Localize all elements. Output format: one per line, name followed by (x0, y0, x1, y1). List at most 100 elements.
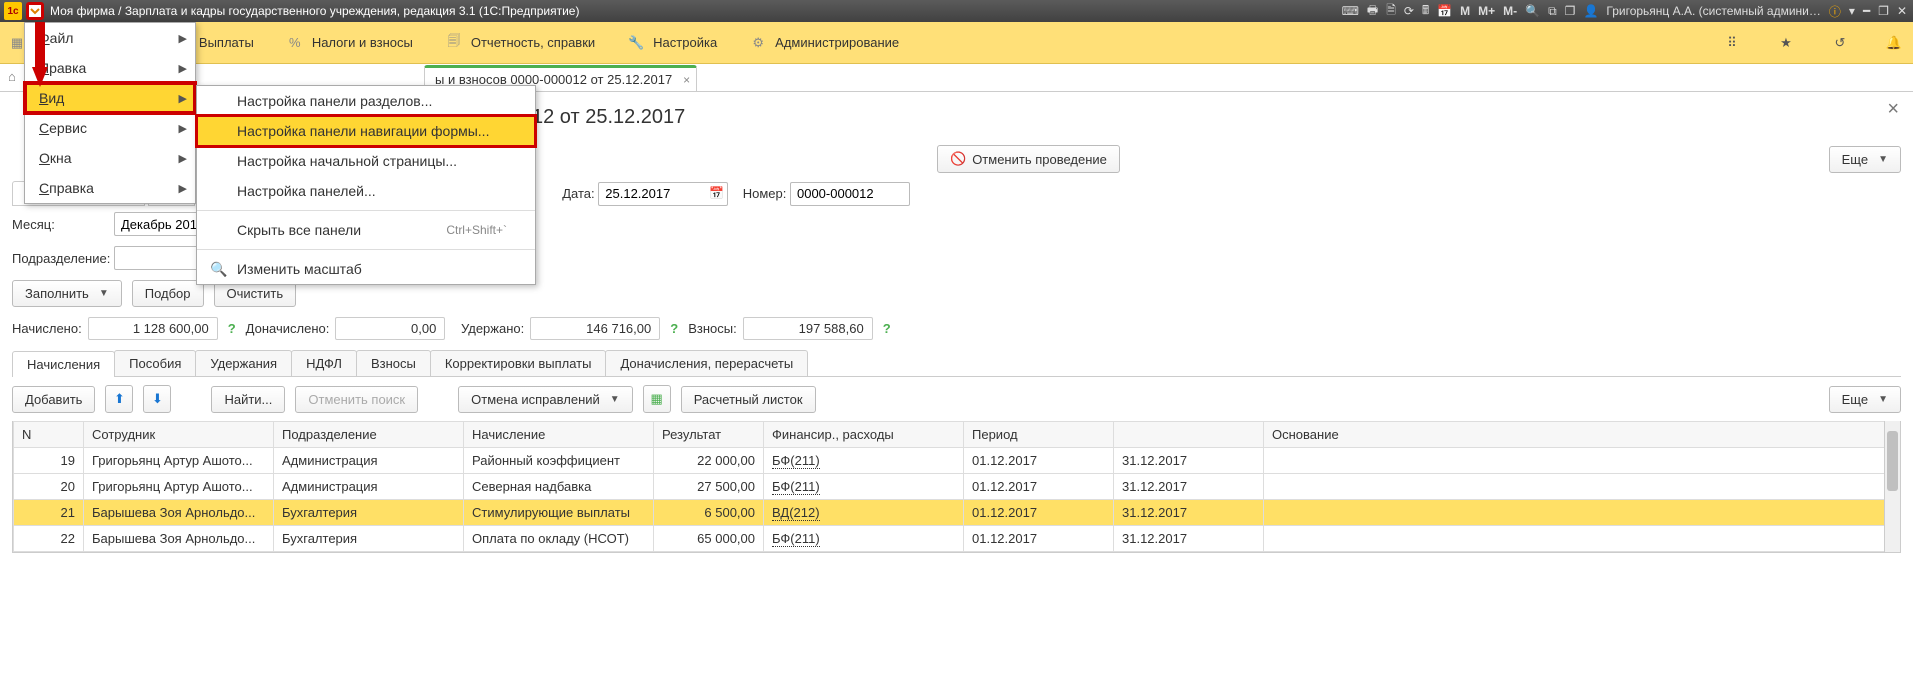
pick-button[interactable]: Подбор (132, 280, 204, 307)
month-field[interactable] (114, 212, 204, 236)
table-row[interactable]: 21Барышева Зоя Арнольдо...БухгалтерияСти… (14, 500, 1900, 526)
financing-link[interactable]: БФ(211) (772, 479, 820, 495)
chevron-down-icon: ▼ (1878, 394, 1888, 405)
form-close-button[interactable]: × (1887, 98, 1899, 121)
table-cell (1264, 448, 1900, 474)
add-button[interactable]: Добавить (12, 386, 95, 413)
history-icon[interactable]: ↺ (1829, 32, 1851, 54)
inner-tab[interactable]: Взносы (356, 350, 431, 376)
submenu-item[interactable]: Настройка панели навигации формы... (197, 116, 535, 146)
column-header[interactable]: Подразделение (274, 422, 464, 448)
refresh-icon[interactable]: ⟳ (1402, 4, 1416, 18)
more-button[interactable]: Еще▼ (1829, 146, 1901, 173)
memory-m-button[interactable]: M (1458, 4, 1472, 18)
window-title: Моя фирма / Зарплата и кадры государстве… (50, 4, 1340, 18)
menu-item-файл[interactable]: Файл▶ (25, 23, 195, 53)
financing-link[interactable]: ВД(212) (772, 505, 820, 521)
main-menu-dropdown-button[interactable] (26, 2, 44, 20)
submenu-item[interactable]: Настройка панелей... (197, 176, 535, 206)
section-taxes[interactable]: %Налоги и взносы (286, 34, 413, 52)
fill-button[interactable]: Заполнить▼ (12, 280, 122, 307)
submenu-item[interactable]: Настройка начальной страницы... (197, 146, 535, 176)
inner-tab[interactable]: НДФЛ (291, 350, 357, 376)
help-icon[interactable]: ? (228, 321, 236, 336)
menu-item-окна[interactable]: Окна▶ (25, 143, 195, 173)
section-label: Выплаты (199, 35, 254, 50)
cancel-corrections-button[interactable]: Отмена исправлений▼ (458, 386, 633, 413)
column-header[interactable]: Результат (654, 422, 764, 448)
star-icon[interactable]: ★ (1775, 32, 1797, 54)
menu-item-справка[interactable]: Справка▶ (25, 173, 195, 203)
cancel-posting-button[interactable]: 🚫 Отменить проведение (937, 145, 1120, 173)
table-cell: 01.12.2017 (964, 474, 1114, 500)
column-header[interactable]: Период (964, 422, 1114, 448)
table-cell: Барышева Зоя Арнольдо... (84, 500, 274, 526)
user-name[interactable]: Григорьянц А.А. (системный админи… (1604, 4, 1823, 18)
calendar-icon[interactable]: 📅 (1435, 4, 1454, 18)
keyboard-icon[interactable]: ⌨ (1340, 4, 1361, 18)
vertical-scrollbar[interactable] (1884, 421, 1900, 552)
cancel-find-button[interactable]: Отменить поиск (295, 386, 418, 413)
move-down-button[interactable]: ⬇ (143, 385, 171, 413)
table-toolbar: Добавить ⬆ ⬇ Найти... Отменить поиск Отм… (12, 377, 1901, 421)
find-button[interactable]: Найти... (211, 386, 285, 413)
chevron-down-icon[interactable]: ▾ (1847, 4, 1857, 18)
menu-item-вид[interactable]: Вид▶ (25, 83, 195, 113)
financing-link[interactable]: БФ(211) (772, 531, 820, 547)
table-cell: Оплата по окладу (НСОТ) (464, 526, 654, 552)
close-icon[interactable]: × (683, 73, 690, 87)
submenu-item[interactable]: Скрыть все панелиCtrl+Shift+` (197, 215, 535, 245)
inner-tab[interactable]: Пособия (114, 350, 196, 376)
table-cell: Администрация (274, 448, 464, 474)
column-header[interactable]: N (14, 422, 84, 448)
column-header[interactable]: Начисление (464, 422, 654, 448)
table-cell: БФ(211) (764, 474, 964, 500)
apps-icon[interactable]: ⠿ (1721, 32, 1743, 54)
zoom-icon[interactable]: 🔍 (1523, 4, 1542, 18)
table-row[interactable]: 20Григорьянц Артур Ашото...Администрация… (14, 474, 1900, 500)
help-icon[interactable]: ? (883, 321, 891, 336)
payslip-button[interactable]: Расчетный листок (681, 386, 816, 413)
table-row[interactable]: 22Барышева Зоя Арнольдо...БухгалтерияОпл… (14, 526, 1900, 552)
bell-icon[interactable]: 🔔 (1883, 32, 1905, 54)
print-icon[interactable]: 🖶 (1365, 1, 1380, 22)
financing-link[interactable]: БФ(211) (772, 453, 820, 469)
contributions-value: 197 588,60 (743, 317, 873, 340)
table-row[interactable]: 19Григорьянц Артур Ашото...Администрация… (14, 448, 1900, 474)
date-field[interactable] (598, 182, 728, 206)
close-button[interactable]: ✕ (1895, 4, 1909, 18)
section-reports[interactable]: 🗐Отчетность, справки (445, 34, 595, 52)
column-header[interactable]: Финансир., расходы (764, 422, 964, 448)
help-icon[interactable]: ? (670, 321, 678, 336)
section-admin[interactable]: ⚙Администрирование (749, 34, 899, 52)
move-up-button[interactable]: ⬆ (105, 385, 133, 413)
inner-tab[interactable]: Начисления (12, 351, 115, 377)
maximize-button[interactable]: ❐ (1876, 4, 1891, 18)
section-settings[interactable]: 🔧Настройка (627, 34, 717, 52)
scrollbar-thumb[interactable] (1887, 431, 1898, 491)
column-header[interactable]: Основание (1264, 422, 1900, 448)
number-field[interactable] (790, 182, 910, 206)
inner-tab[interactable]: Корректировки выплаты (430, 350, 607, 376)
minimize-button[interactable]: ━ (1861, 4, 1872, 18)
inner-tab[interactable]: Удержания (195, 350, 292, 376)
column-header[interactable] (1114, 422, 1264, 448)
menu-item-сервис[interactable]: Сервис▶ (25, 113, 195, 143)
windows-icon[interactable]: ❐ (1563, 4, 1578, 18)
grid-settings-button[interactable]: ▦ (643, 385, 671, 413)
table-more-button[interactable]: Еще▼ (1829, 386, 1901, 413)
memory-mplus-button[interactable]: M+ (1476, 4, 1497, 18)
memory-mminus-button[interactable]: M- (1501, 4, 1519, 18)
doc-icon[interactable]: 🗎 (1384, 1, 1398, 22)
submenu-item[interactable]: 🔍Изменить масштаб (197, 254, 535, 284)
menu-item-правка[interactable]: Правка▶ (25, 53, 195, 83)
calc-icon[interactable]: 🖩 (1420, 1, 1431, 22)
copy-icon[interactable]: ⧉ (1546, 4, 1559, 19)
extra-accrued-value: 0,00 (335, 317, 445, 340)
column-header[interactable]: Сотрудник (84, 422, 274, 448)
inner-tab[interactable]: Доначисления, перерасчеты (605, 350, 808, 376)
menu-item-label: Вид (39, 90, 64, 106)
info-icon[interactable]: ⓘ (1827, 3, 1843, 20)
table-cell: БФ(211) (764, 526, 964, 552)
submenu-item[interactable]: Настройка панели разделов... (197, 86, 535, 116)
